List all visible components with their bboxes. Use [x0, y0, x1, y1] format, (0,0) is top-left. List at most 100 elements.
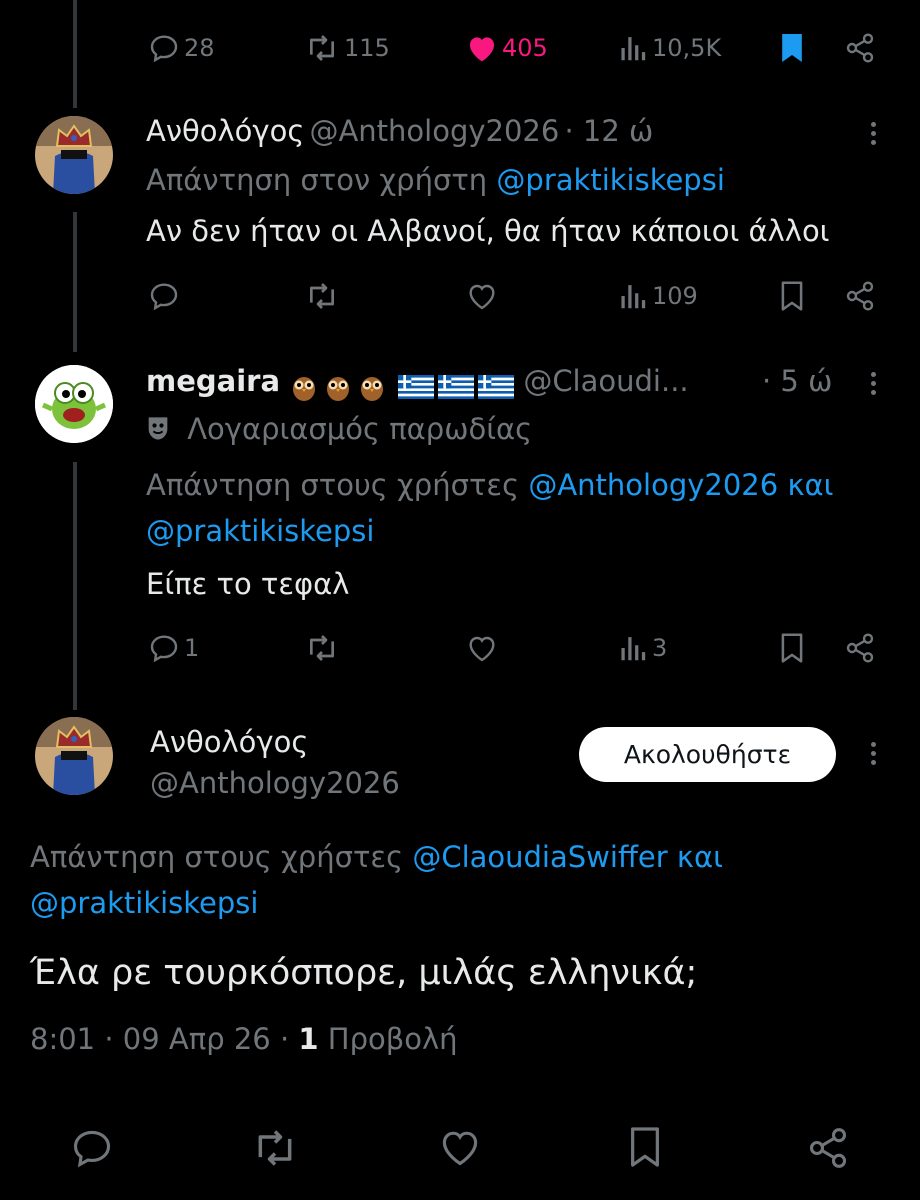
display-name[interactable]: Ανθολόγος	[146, 114, 304, 148]
views-button[interactable]: 3	[620, 628, 667, 668]
timestamp[interactable]: · 12 ώ	[564, 114, 653, 148]
view-count: 1	[298, 1022, 319, 1056]
display-name[interactable]: Ανθολόγος	[150, 725, 308, 759]
share-icon	[844, 32, 876, 64]
avatar[interactable]	[35, 116, 113, 194]
views-button[interactable]: 10,5K	[620, 28, 721, 68]
more-options-icon[interactable]	[868, 118, 878, 149]
heart-icon	[442, 1131, 478, 1166]
reply-context: Απάντηση στον χρήστη @praktikiskepsi	[146, 163, 725, 197]
reply-button[interactable]: 28	[148, 28, 215, 68]
reply-button[interactable]	[148, 276, 180, 316]
timestamp[interactable]: · 5 ώ	[762, 364, 832, 398]
reply-context: Απάντηση στους χρήστες @ClaoudiaSwiffer …	[30, 840, 723, 874]
reply-icon	[148, 280, 180, 312]
reply-context-label: Απάντηση στους χρήστες	[146, 468, 520, 502]
repost-icon	[304, 280, 340, 312]
bookmark-button[interactable]	[778, 276, 806, 316]
thread-line-1	[73, 212, 77, 352]
repost-button[interactable]	[304, 276, 340, 316]
tweet-header: megaira @Claoudi...	[146, 364, 689, 402]
thread-line-top	[73, 0, 77, 108]
share-icon	[844, 280, 876, 312]
reply-context: Απάντηση στους χρήστες @Anthology2026 κα…	[146, 468, 833, 502]
repost-icon	[304, 32, 340, 64]
reply-and: και	[787, 468, 834, 502]
reply-and: και	[676, 840, 723, 874]
more-options-icon[interactable]	[868, 738, 878, 769]
more-options-icon[interactable]	[868, 368, 878, 399]
owl-emoji-icon	[291, 376, 398, 401]
tweet-text: Αν δεν ήταν οι Αλβανοί, θα ήταν κάποιοι …	[146, 214, 830, 248]
heart-filled-icon	[466, 33, 498, 63]
repost-icon	[304, 632, 340, 664]
reply-count: 28	[184, 34, 215, 62]
reply-button[interactable]	[70, 1126, 114, 1174]
views-count: 3	[652, 634, 668, 662]
share-button[interactable]	[844, 628, 876, 668]
greek-flag-icon	[398, 374, 523, 399]
view-label: Προβολή	[327, 1022, 458, 1056]
like-button[interactable]	[438, 1126, 482, 1172]
avatar[interactable]	[35, 365, 113, 443]
views-icon	[620, 633, 648, 663]
repost-button[interactable]: 115	[304, 28, 390, 68]
reply-button[interactable]: 1	[148, 628, 199, 668]
theater-mask-icon	[146, 412, 187, 446]
top-tweet-actions: 28 115 405 10,5K	[148, 28, 888, 68]
bookmark-icon	[778, 631, 806, 665]
avatar[interactable]	[35, 717, 113, 795]
reply-icon	[148, 32, 180, 64]
bookmark-button[interactable]	[778, 628, 806, 668]
handle[interactable]: @Anthology2026	[150, 766, 400, 800]
share-button[interactable]	[844, 276, 876, 316]
reply-count: 1	[184, 634, 200, 662]
reply-context-label: Απάντηση στον χρήστη	[146, 163, 488, 197]
bookmark-icon	[631, 1127, 659, 1167]
reply-icon	[73, 1130, 111, 1168]
views-button[interactable]: 109	[620, 276, 698, 316]
heart-icon	[466, 281, 498, 311]
like-button[interactable]: 405	[466, 28, 548, 68]
heart-icon	[466, 633, 498, 663]
views-icon	[620, 33, 648, 63]
parody-label-text: Λογαριασμός παρωδίας	[187, 412, 533, 446]
share-icon	[809, 1128, 847, 1168]
follow-button[interactable]: Ακολουθήστε	[579, 727, 836, 782]
mention-link[interactable]: @praktikiskepsi	[146, 514, 374, 548]
views-icon	[620, 281, 648, 311]
like-button[interactable]	[466, 628, 498, 668]
timestamp[interactable]: 8:01 · 09 Απρ 26 ·	[30, 1022, 289, 1056]
reply1-actions: 109	[148, 276, 888, 316]
reply2-actions: 1 3	[148, 628, 888, 668]
parody-label: Λογαριασμός παρωδίας	[146, 412, 532, 446]
share-button[interactable]	[806, 1126, 850, 1174]
handle[interactable]: @Anthology2026	[309, 114, 559, 148]
bookmark-icon	[778, 279, 806, 313]
mention-link[interactable]: @praktikiskepsi	[30, 886, 258, 920]
like-count: 405	[502, 34, 548, 62]
mention-link[interactable]: @ClaoudiaSwiffer	[412, 840, 667, 874]
reply-context-label: Απάντηση στους χρήστες	[30, 840, 404, 874]
thread-line-2	[73, 462, 77, 710]
repost-button[interactable]	[250, 1126, 300, 1174]
handle[interactable]: @Claoudi...	[523, 364, 688, 398]
mention-link[interactable]: @Anthology2026	[528, 468, 778, 502]
share-icon	[844, 632, 876, 664]
repost-button[interactable]	[304, 628, 340, 668]
tweet-text: Είπε το τεφαλ	[146, 567, 350, 601]
main-tweet-actions	[0, 1120, 920, 1180]
bookmark-button[interactable]	[778, 28, 806, 68]
like-button[interactable]	[466, 276, 498, 316]
bookmark-button[interactable]	[626, 1124, 664, 1174]
tweet-text: Έλα ρε τουρκόσπορε, μιλάς ελληνικά;	[30, 953, 698, 993]
bookmark-filled-icon	[778, 31, 806, 65]
tweet-meta: 8:01 · 09 Απρ 26 · 1 Προβολή	[30, 1022, 458, 1056]
reply-icon	[148, 632, 180, 664]
tweet-header: Ανθολόγος @Anthology2026 · 12 ώ	[146, 114, 653, 148]
repost-icon	[258, 1130, 292, 1166]
repost-count: 115	[344, 34, 390, 62]
mention-link[interactable]: @praktikiskepsi	[496, 163, 724, 197]
display-name[interactable]: megaira	[146, 364, 280, 398]
share-button[interactable]	[844, 28, 876, 68]
